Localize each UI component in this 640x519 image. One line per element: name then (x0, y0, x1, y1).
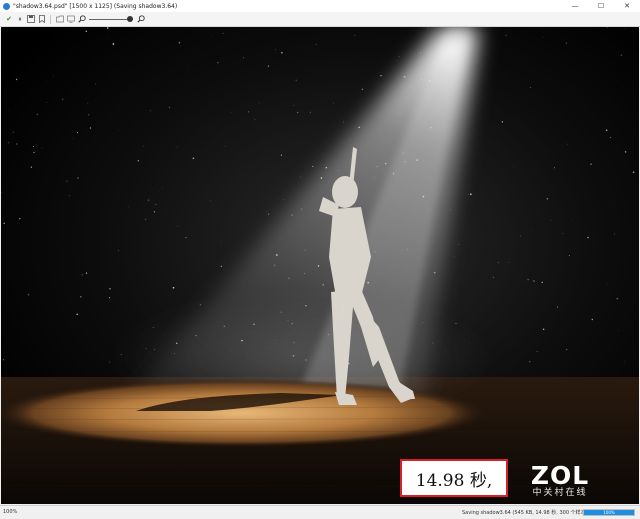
bookmark-icon[interactable] (37, 13, 47, 25)
save-icon[interactable] (26, 13, 36, 25)
logo-text: ZOL (520, 463, 600, 488)
stop-icon[interactable]: ⏸ (15, 13, 25, 25)
folder-icon[interactable] (55, 13, 65, 25)
zoom-slider[interactable] (89, 14, 133, 24)
progress-bar: 100% (583, 509, 635, 516)
maximize-button[interactable]: ☐ (588, 0, 614, 12)
window-controls: — ☐ ✕ (562, 0, 640, 12)
render-viewport (1, 27, 639, 504)
render-time-text: 14.98 秒, (416, 466, 492, 491)
minimize-button[interactable]: — (562, 0, 588, 12)
screen-icon[interactable] (66, 13, 76, 25)
toolbar-separator (50, 15, 51, 24)
check-icon[interactable]: ✔ (4, 13, 14, 25)
zol-logo: ZOL 中关村在线 (520, 463, 600, 499)
render-time-label: 14.98 秒, (400, 459, 508, 497)
zoom-slider-thumb[interactable] (127, 16, 133, 22)
app-icon (3, 3, 10, 10)
zoom-percentage: 100% (3, 509, 17, 515)
toolbar: ✔ ⏸ (0, 12, 640, 27)
status-message: Saving shadow3.64 (545 KB, 14.98 秒, 300 … (462, 509, 588, 516)
progress-label: 100% (584, 510, 634, 515)
close-button[interactable]: ✕ (614, 0, 640, 12)
zoom-out-icon[interactable] (77, 13, 87, 25)
render-image (1, 27, 639, 504)
title-bar: "shadow3.64.psd" [1500 x 1125] (Saving s… (0, 0, 640, 12)
window-title: "shadow3.64.psd" [1500 x 1125] (Saving s… (13, 3, 177, 10)
zoom-in-icon[interactable] (136, 13, 146, 25)
status-bar: 100% Saving shadow3.64 (545 KB, 14.98 秒,… (0, 505, 640, 519)
